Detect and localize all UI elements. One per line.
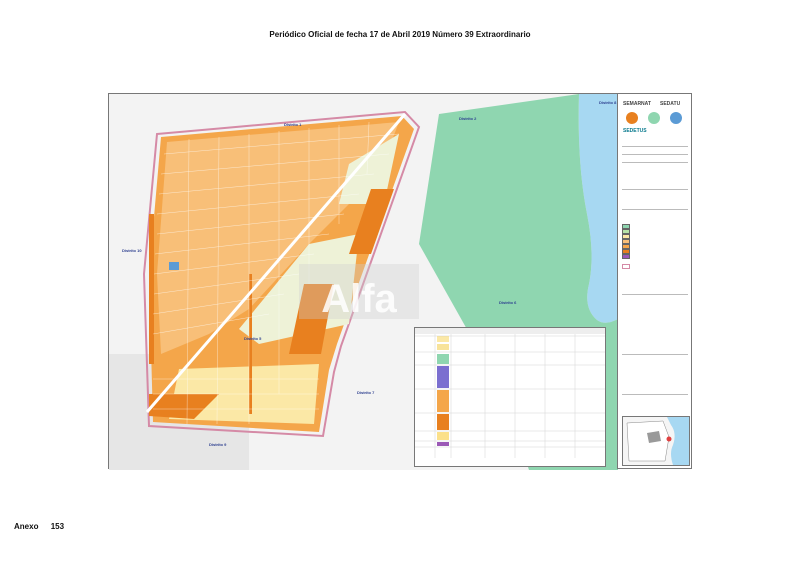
legend-row	[622, 239, 688, 244]
logo-sedatu: SEDATU	[660, 101, 681, 107]
label-distrito-5: Distrito 5	[244, 336, 262, 341]
inset-map-graphic	[623, 417, 689, 465]
footer-label: Anexo	[14, 522, 39, 531]
panel-divider	[622, 154, 688, 155]
commercial-edge-west	[149, 214, 154, 364]
panel-divider	[622, 394, 688, 395]
legend-swatch	[622, 264, 630, 269]
legend-row	[622, 244, 688, 249]
logo-semarnat: SEMARNAT	[623, 101, 651, 107]
legend-row	[622, 254, 688, 259]
footer-page-number: 153	[50, 522, 65, 531]
map-sheet: Alfa Distrito 8 Distrito 1 Distrito 2 Di…	[108, 93, 618, 470]
legend-row	[622, 264, 688, 269]
header-title: Periódico Oficial de fecha 17 de Abril 2…	[269, 30, 531, 39]
location-inset-map	[622, 416, 690, 466]
label-distrito-7: Distrito 7	[357, 390, 375, 395]
panel-divider	[622, 294, 688, 295]
watermark-text: Alfa	[321, 277, 397, 321]
logo-strip: SEMARNAT SEDATU SEDETUS	[618, 98, 693, 142]
page-footer: Anexo 153	[14, 522, 74, 531]
legend-row	[622, 249, 688, 254]
legend-row	[622, 229, 688, 234]
label-distrito-8: Distrito 8	[599, 100, 617, 105]
label-distrito-6: Distrito 6	[499, 300, 517, 305]
legend-row	[622, 224, 688, 229]
panel-divider	[622, 354, 688, 355]
panel-divider	[622, 162, 688, 163]
logo-city-icon	[670, 112, 682, 124]
public-facility-lot	[169, 262, 179, 270]
label-distrito-9: Distrito 9	[209, 442, 227, 447]
panel-divider	[622, 209, 688, 210]
legend-row	[622, 234, 688, 239]
zoning-table	[414, 327, 606, 467]
zoning-table-graphic	[415, 328, 605, 458]
logo-municipal-icon	[648, 112, 660, 124]
legend-swatch	[622, 254, 630, 259]
label-distrito-1: Distrito 1	[284, 122, 302, 127]
label-distrito-10: Distrito 10	[122, 248, 142, 253]
page-header: Periódico Oficial de fecha 17 de Abril 2…	[0, 30, 800, 39]
map-legend-panel: SEMARNAT SEDATU SEDETUS	[617, 93, 692, 469]
panel-divider	[622, 189, 688, 190]
logo-sedetus: SEDETUS	[623, 128, 647, 134]
logo-state-icon	[626, 112, 638, 124]
label-distrito-2: Distrito 2	[459, 116, 477, 121]
panel-divider	[622, 146, 688, 147]
